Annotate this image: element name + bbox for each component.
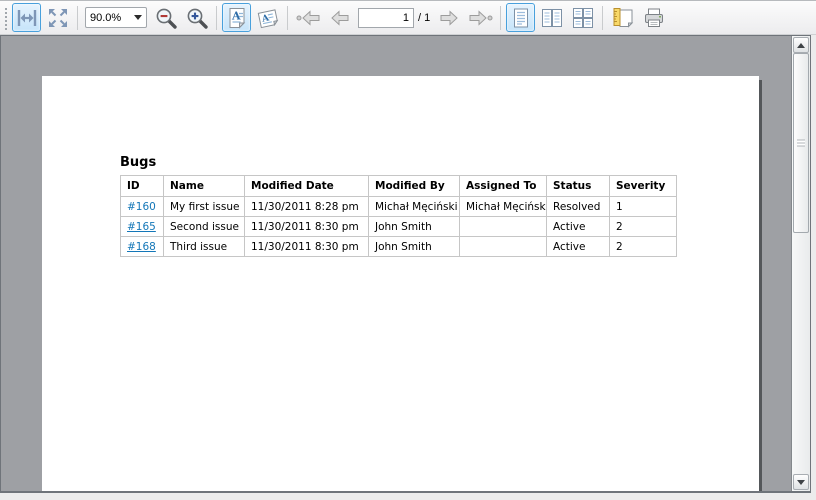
printer-icon <box>642 6 666 30</box>
fit-page-button[interactable] <box>43 3 72 32</box>
column-header-severity: Severity <box>610 176 677 197</box>
portrait-page-icon: A <box>225 6 249 30</box>
issue-link[interactable]: #160 <box>127 201 156 213</box>
page-total-label: / 1 <box>418 12 430 24</box>
next-page-button[interactable] <box>435 3 464 32</box>
zoom-in-icon <box>185 6 209 30</box>
issue-name: Second issue <box>164 217 245 237</box>
first-page-arrow-icon <box>295 6 321 30</box>
issue-link[interactable]: #165 <box>127 221 156 233</box>
bugs-table: ID Name Modified Date Modified By Assign… <box>120 175 677 257</box>
issue-status: Active <box>547 217 610 237</box>
column-header-id: ID <box>121 176 164 197</box>
page-number-input[interactable] <box>358 8 414 28</box>
scroll-up-arrow-icon <box>797 43 805 48</box>
single-page-layout-button[interactable] <box>506 3 535 32</box>
issue-severity: 1 <box>610 197 677 217</box>
issue-assigned-to: Michał Męciński <box>460 197 547 217</box>
preview-page: Bugs ID Name Modified Date Modified By A… <box>42 76 759 491</box>
toolbar-separator <box>500 6 501 30</box>
scroll-up-button[interactable] <box>793 37 809 53</box>
landscape-page-icon: A <box>256 6 280 30</box>
issue-status: Resolved <box>547 197 610 217</box>
fit-width-button[interactable] <box>12 3 41 32</box>
scrollbar-grip-icon <box>797 140 805 147</box>
combo-dropdown-arrow-icon <box>134 15 142 20</box>
print-button[interactable] <box>639 3 668 32</box>
table-row: #168 Third issue 11/30/2011 8:30 pm John… <box>121 237 677 257</box>
column-header-modified-date: Modified Date <box>245 176 369 197</box>
issue-modified-by: John Smith <box>369 217 460 237</box>
scrollbar-thumb[interactable] <box>793 53 809 233</box>
zoom-out-icon <box>154 6 178 30</box>
toolbar-separator <box>216 6 217 30</box>
issue-link[interactable]: #168 <box>127 241 156 253</box>
first-page-button[interactable] <box>293 3 322 32</box>
previous-page-arrow-icon <box>327 6 351 30</box>
column-header-status: Status <box>547 176 610 197</box>
issue-assigned-to <box>460 237 547 257</box>
two-pages-layout-button[interactable] <box>537 3 566 32</box>
issue-severity: 2 <box>610 237 677 257</box>
toolbar-separator <box>287 6 288 30</box>
table-row: #165 Second issue 11/30/2011 8:30 pm Joh… <box>121 217 677 237</box>
issue-modified-date: 11/30/2011 8:30 pm <box>245 237 369 257</box>
column-header-name: Name <box>164 176 245 197</box>
fit-width-icon <box>15 6 39 30</box>
toolbar-separator <box>602 6 603 30</box>
issue-modified-by: John Smith <box>369 237 460 257</box>
print-preview-area: Bugs ID Name Modified Date Modified By A… <box>0 35 811 493</box>
two-pages-icon <box>540 6 564 30</box>
scroll-down-button[interactable] <box>793 474 809 490</box>
issue-modified-by: Michał Męciński <box>369 197 460 217</box>
print-preview-toolbar: 90.0% A <box>0 0 816 35</box>
next-page-arrow-icon <box>438 6 462 30</box>
preview-canvas: Bugs ID Name Modified Date Modified By A… <box>1 36 791 491</box>
single-page-icon <box>509 6 533 30</box>
issue-modified-date: 11/30/2011 8:28 pm <box>245 197 369 217</box>
page-setup-button[interactable] <box>608 3 637 32</box>
zoom-in-button[interactable] <box>182 3 211 32</box>
issue-modified-date: 11/30/2011 8:30 pm <box>245 217 369 237</box>
issue-assigned-to <box>460 217 547 237</box>
landscape-button[interactable]: A <box>253 3 282 32</box>
zoom-out-button[interactable] <box>151 3 180 32</box>
table-header-row: ID Name Modified Date Modified By Assign… <box>121 176 677 197</box>
report-content: Bugs ID Name Modified Date Modified By A… <box>120 155 677 257</box>
report-title: Bugs <box>120 155 677 170</box>
portrait-button[interactable]: A <box>222 3 251 32</box>
vertical-scrollbar[interactable] <box>791 36 810 491</box>
last-page-button[interactable] <box>466 3 495 32</box>
issue-status: Active <box>547 237 610 257</box>
issue-name: My first issue <box>164 197 245 217</box>
zoom-level-value: 90.0% <box>90 12 134 24</box>
scroll-down-arrow-icon <box>797 480 805 485</box>
four-pages-layout-button[interactable] <box>568 3 597 32</box>
zoom-level-combobox[interactable]: 90.0% <box>85 7 147 28</box>
fit-page-icon <box>46 6 70 30</box>
column-header-assigned-to: Assigned To <box>460 176 547 197</box>
previous-page-button[interactable] <box>324 3 353 32</box>
column-header-modified-by: Modified By <box>369 176 460 197</box>
four-pages-icon <box>571 6 595 30</box>
issue-severity: 2 <box>610 217 677 237</box>
issue-name: Third issue <box>164 237 245 257</box>
last-page-arrow-icon <box>468 6 494 30</box>
toolbar-separator <box>77 6 78 30</box>
table-row: #160 My first issue 11/30/2011 8:28 pm M… <box>121 197 677 217</box>
page-setup-icon <box>611 6 635 30</box>
toolbar-gripper[interactable] <box>3 6 8 30</box>
